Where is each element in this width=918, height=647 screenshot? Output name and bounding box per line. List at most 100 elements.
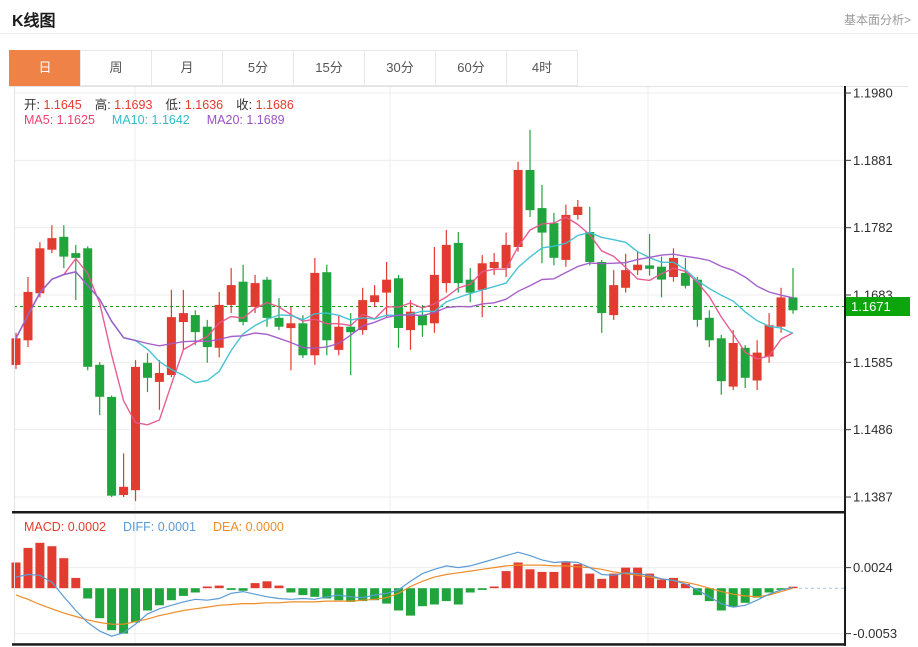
macd-bar[interactable] [35,543,44,588]
candle[interactable] [526,170,535,210]
candle[interactable] [179,313,188,322]
macd-bar[interactable] [490,587,499,589]
candle[interactable] [585,232,594,262]
macd-bar[interactable] [346,588,355,602]
tab-60min[interactable]: 60分 [435,50,507,86]
macd-bar[interactable] [215,586,224,589]
macd-bar[interactable] [95,588,104,618]
candle[interactable] [597,262,606,313]
candle[interactable] [334,327,343,350]
candle[interactable] [514,170,523,247]
tab-4hour[interactable]: 4时 [506,50,578,86]
candle[interactable] [286,323,295,328]
candle[interactable] [35,248,44,293]
macd-bar[interactable] [71,578,80,588]
candle[interactable] [322,272,331,340]
macd-bar[interactable] [585,574,594,589]
candle[interactable] [59,237,68,257]
macd-bar[interactable] [549,572,558,588]
macd-bar[interactable] [573,564,582,588]
macd-bar[interactable] [203,587,212,589]
macd-bar[interactable] [239,588,248,591]
macd-bar[interactable] [358,588,367,601]
fundamental-analysis-link[interactable]: 基本面分析> [844,11,911,28]
candle[interactable] [143,363,152,378]
candle[interactable] [83,248,92,366]
tab-day[interactable]: 日 [9,50,81,86]
candle[interactable] [370,295,379,302]
macd-bar[interactable] [167,588,176,600]
macd-bar[interactable] [286,588,295,592]
candle[interactable] [789,297,798,310]
candle[interactable] [549,223,558,258]
candle[interactable] [71,253,80,258]
macd-bar[interactable] [298,588,307,595]
macd-bar[interactable] [179,588,188,596]
candle[interactable] [538,208,547,233]
macd-bar[interactable] [418,588,427,606]
candle[interactable] [382,280,391,293]
macd-bar[interactable] [155,588,164,605]
tab-week[interactable]: 周 [80,50,152,86]
macd-bar[interactable] [430,588,439,604]
tab-30min[interactable]: 30分 [364,50,436,86]
macd-bar[interactable] [227,588,236,590]
candle[interactable] [47,238,56,250]
macd-bar[interactable] [454,588,463,604]
macd-bar[interactable] [334,588,343,600]
macd-bar[interactable] [59,558,68,588]
candle[interactable] [717,338,726,381]
candle[interactable] [95,365,104,397]
macd-bar[interactable] [406,588,415,615]
candle[interactable] [573,207,582,215]
candle[interactable] [263,280,272,318]
candle[interactable] [12,338,21,365]
candle[interactable] [669,258,678,277]
candle[interactable] [155,373,164,382]
candle[interactable] [298,323,307,355]
candle[interactable] [107,397,116,496]
candle[interactable] [645,265,654,268]
candle[interactable] [418,315,427,325]
kline-chart-canvas[interactable]: 1.19801.18811.17821.16831.15851.14861.13… [0,0,918,647]
macd-bar[interactable] [765,588,774,592]
macd-bar[interactable] [669,578,678,588]
macd-bar[interactable] [131,588,140,622]
macd-bar[interactable] [119,588,128,633]
candle[interactable] [561,215,570,260]
candle[interactable] [633,265,642,271]
tab-month[interactable]: 月 [151,50,223,86]
macd-bar[interactable] [24,548,33,588]
candle[interactable] [346,327,355,333]
candle[interactable] [251,283,260,307]
macd-bar[interactable] [502,571,511,588]
candle[interactable] [227,285,236,305]
candle[interactable] [454,243,463,283]
macd-bar[interactable] [729,588,738,607]
macd-bar[interactable] [526,569,535,588]
macd-bar[interactable] [263,581,272,588]
macd-bar[interactable] [597,579,606,588]
candle[interactable] [191,315,200,332]
candle[interactable] [430,275,439,323]
macd-bar[interactable] [466,588,475,592]
candle[interactable] [442,245,451,283]
candle[interactable] [609,285,618,315]
macd-bar[interactable] [310,588,319,597]
tab-15min[interactable]: 15分 [293,50,365,86]
macd-bar[interactable] [621,568,630,589]
candle[interactable] [167,317,176,375]
candle[interactable] [394,278,403,328]
macd-bar[interactable] [657,580,666,589]
candle[interactable] [729,343,738,387]
tab-5min[interactable]: 5分 [222,50,294,86]
macd-bar[interactable] [478,588,487,590]
candle[interactable] [621,270,630,288]
macd-bar[interactable] [251,583,260,588]
macd-bar[interactable] [83,588,92,598]
candle[interactable] [478,263,487,290]
macd-bar[interactable] [12,563,21,589]
macd-bar[interactable] [275,586,284,589]
macd-bar[interactable] [633,568,642,589]
candle[interactable] [490,262,499,268]
